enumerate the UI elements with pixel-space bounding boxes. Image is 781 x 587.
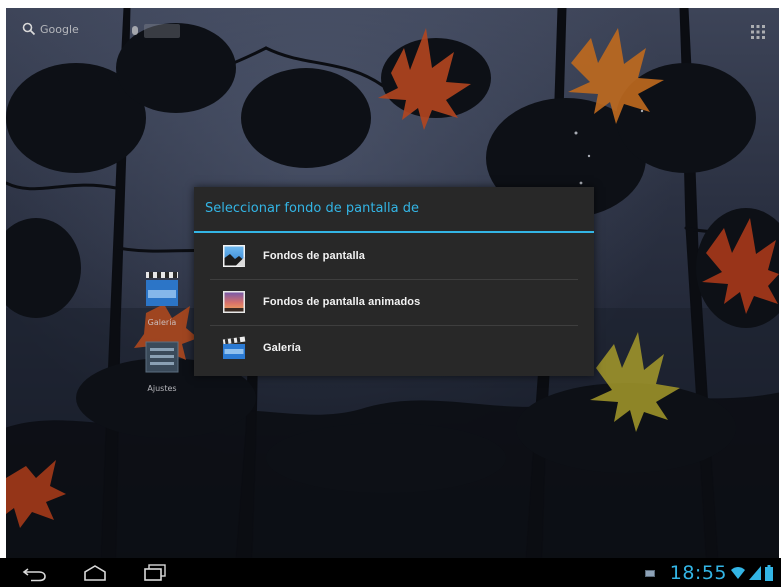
option-wallpapers[interactable]: Fondos de pantalla <box>194 233 578 279</box>
live-wallpaper-icon <box>223 291 245 313</box>
option-label: Fondos de pantalla animados <box>263 296 421 308</box>
shortcut-label: Galería <box>147 318 177 327</box>
all-apps-icon[interactable] <box>751 25 765 39</box>
system-bar: 18:55 <box>0 558 781 587</box>
wifi-icon <box>731 567 745 579</box>
voice-search-icon[interactable] <box>132 21 182 41</box>
wallpaper-picture-icon <box>223 245 245 267</box>
wallpaper-chooser-dialog: Seleccionar fondo de pantalla de Fondos … <box>194 187 594 376</box>
home-icon[interactable] <box>82 563 108 583</box>
shortcut-gallery[interactable]: Galería <box>132 266 192 327</box>
recent-apps-icon[interactable] <box>142 563 168 583</box>
option-label: Fondos de pantalla <box>263 250 366 262</box>
clock: 18:55 <box>669 562 727 584</box>
option-gallery[interactable]: Galería <box>194 325 578 371</box>
back-icon[interactable] <box>22 563 48 583</box>
search-label: Google <box>40 22 79 36</box>
google-search-bar[interactable]: Google <box>22 22 79 36</box>
dialog-title: Seleccionar fondo de pantalla de <box>194 187 594 233</box>
status-area[interactable]: 18:55 <box>644 560 773 586</box>
shortcut-label: Ajustes <box>147 384 177 393</box>
battery-icon <box>765 565 773 581</box>
notification-icon <box>644 570 655 577</box>
android-home-screen: Google Galería Ajustes Seleccionar fondo… <box>0 0 781 587</box>
option-label: Galería <box>263 342 302 354</box>
search-icon <box>22 22 36 36</box>
option-live-wallpapers[interactable]: Fondos de pantalla animados <box>194 279 578 325</box>
signal-icon <box>749 566 761 580</box>
shortcut-settings[interactable]: Ajustes <box>132 338 192 393</box>
settings-icon <box>145 341 179 373</box>
gallery-clapper-icon <box>222 336 246 359</box>
gallery-clapper-icon <box>146 272 178 306</box>
